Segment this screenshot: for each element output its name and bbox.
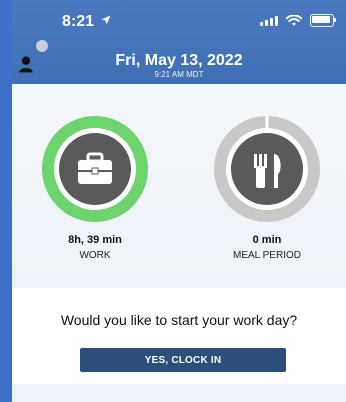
header-subtime: 9:21 AM MDT bbox=[154, 70, 204, 79]
battery-icon bbox=[310, 14, 336, 27]
phone-screen: 8:21 Fri, May 13, 2022 9:21 AM MDT 8h, 3… bbox=[12, 0, 346, 402]
header-date: Fri, May 13, 2022 bbox=[115, 52, 243, 69]
work-label: WORK bbox=[79, 250, 111, 261]
meal-label: MEAL PERIOD bbox=[233, 250, 301, 261]
clock-in-button[interactable]: YES, CLOCK IN bbox=[80, 348, 286, 372]
status-icons bbox=[260, 14, 336, 27]
meal-ring bbox=[212, 114, 322, 224]
stats-section: 8h, 39 min WORK 0 min MEAL PERIOD bbox=[12, 84, 346, 288]
meal-duration: 0 min bbox=[252, 234, 282, 246]
work-duration: 8h, 39 min bbox=[68, 234, 122, 246]
profile-dot bbox=[36, 40, 48, 52]
meal-progress-ring bbox=[214, 116, 320, 222]
app-header: 8:21 Fri, May 13, 2022 9:21 AM MDT bbox=[12, 0, 346, 84]
status-time: 8:21 bbox=[62, 13, 95, 30]
clock-in-question: Would you like to start your work day? bbox=[60, 312, 298, 328]
bottom-spacer bbox=[12, 384, 346, 402]
wifi-icon bbox=[286, 14, 302, 26]
signal-icon bbox=[260, 15, 278, 26]
work-progress-ring bbox=[42, 116, 148, 222]
clock-in-card: Would you like to start your work day? Y… bbox=[12, 288, 346, 384]
location-arrow-icon bbox=[101, 15, 111, 25]
work-ring bbox=[40, 114, 150, 224]
